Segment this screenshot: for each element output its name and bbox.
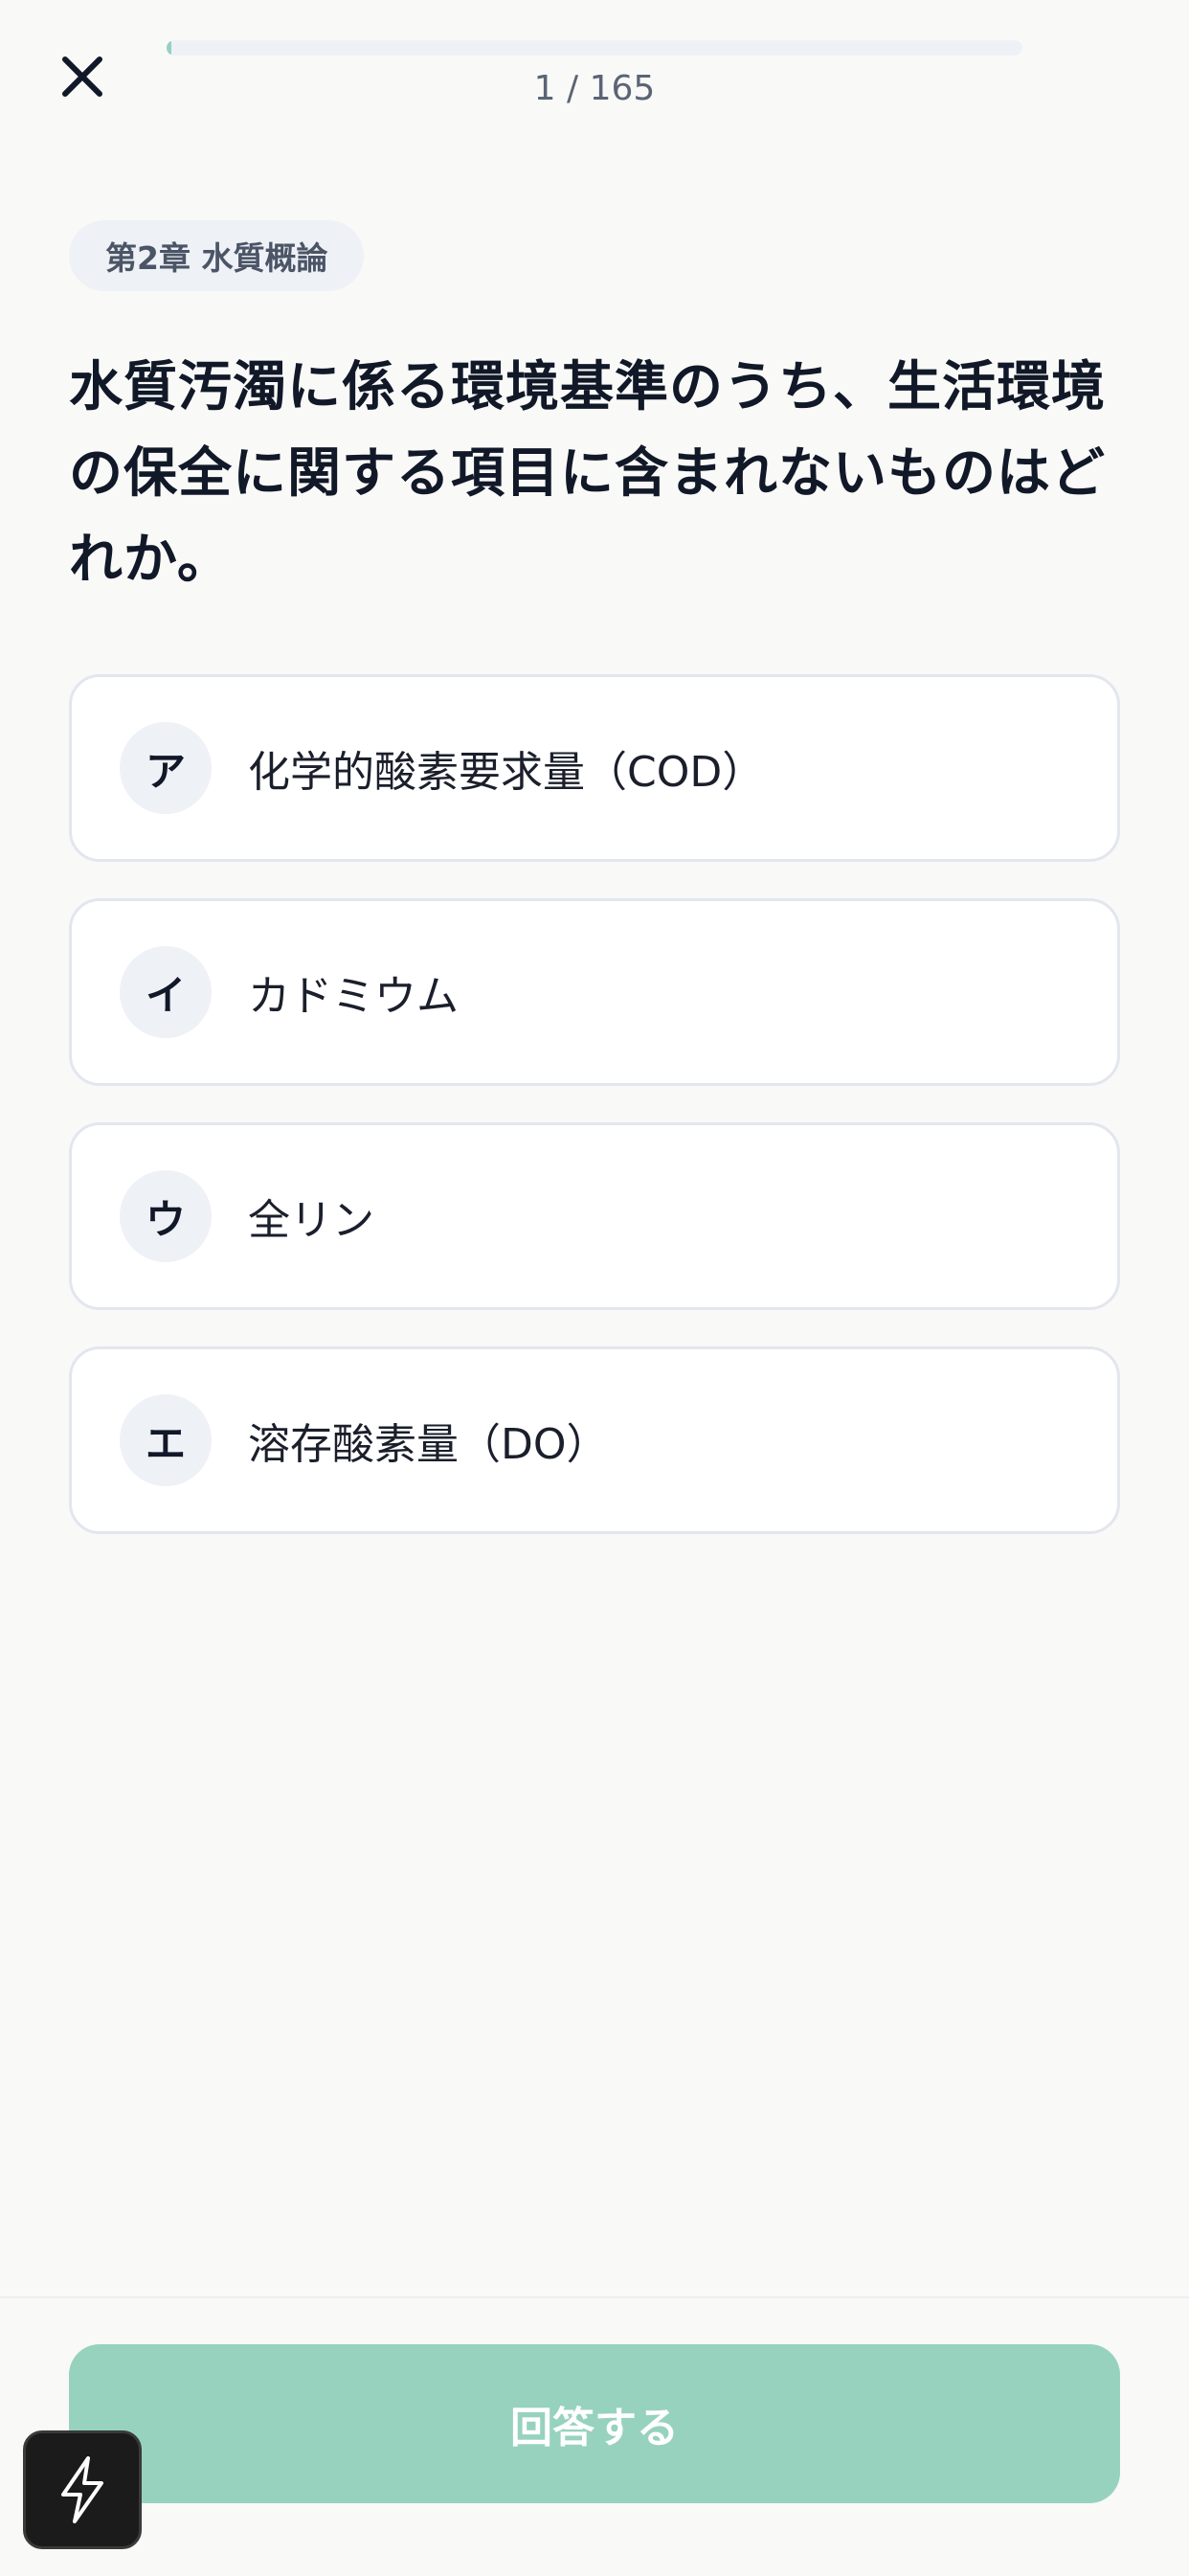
progress-bar-fill	[167, 40, 172, 56]
choice-key-badge: ウ	[120, 1170, 212, 1262]
question-text: 水質汚濁に係る環境基準のうち、生活環境の保全に関する項目に含まれないものはどれか…	[69, 356, 1106, 591]
choice-label: 化学的酸素要求量（COD）	[248, 748, 765, 797]
chapter-badge: 第2章 水質概論	[69, 220, 365, 291]
quick-action-button[interactable]	[23, 2430, 142, 2549]
choice-option-i[interactable]: イ カドミウム	[69, 898, 1120, 1086]
choice-list: ア 化学的酸素要求量（COD） イ カドミウム ウ 全リン エ 溶存酸素量（DO…	[69, 674, 1120, 1570]
choice-option-a[interactable]: ア 化学的酸素要求量（COD）	[69, 674, 1120, 862]
choice-option-u[interactable]: ウ 全リン	[69, 1122, 1120, 1310]
choice-label: 全リン	[248, 1196, 374, 1245]
lightning-icon	[61, 2456, 103, 2523]
submit-answer-button[interactable]: 回答する	[69, 2344, 1120, 2503]
choice-key-badge: ア	[120, 722, 212, 814]
choice-label: 溶存酸素量（DO）	[248, 1420, 609, 1469]
choice-label: カドミウム	[248, 972, 459, 1021]
progress-bar	[167, 40, 1022, 56]
choice-option-e[interactable]: エ 溶存酸素量（DO）	[69, 1346, 1120, 1534]
progress-counter: 1 / 165	[533, 69, 656, 108]
choice-key-badge: エ	[120, 1394, 212, 1486]
choice-key-badge: イ	[120, 946, 212, 1038]
